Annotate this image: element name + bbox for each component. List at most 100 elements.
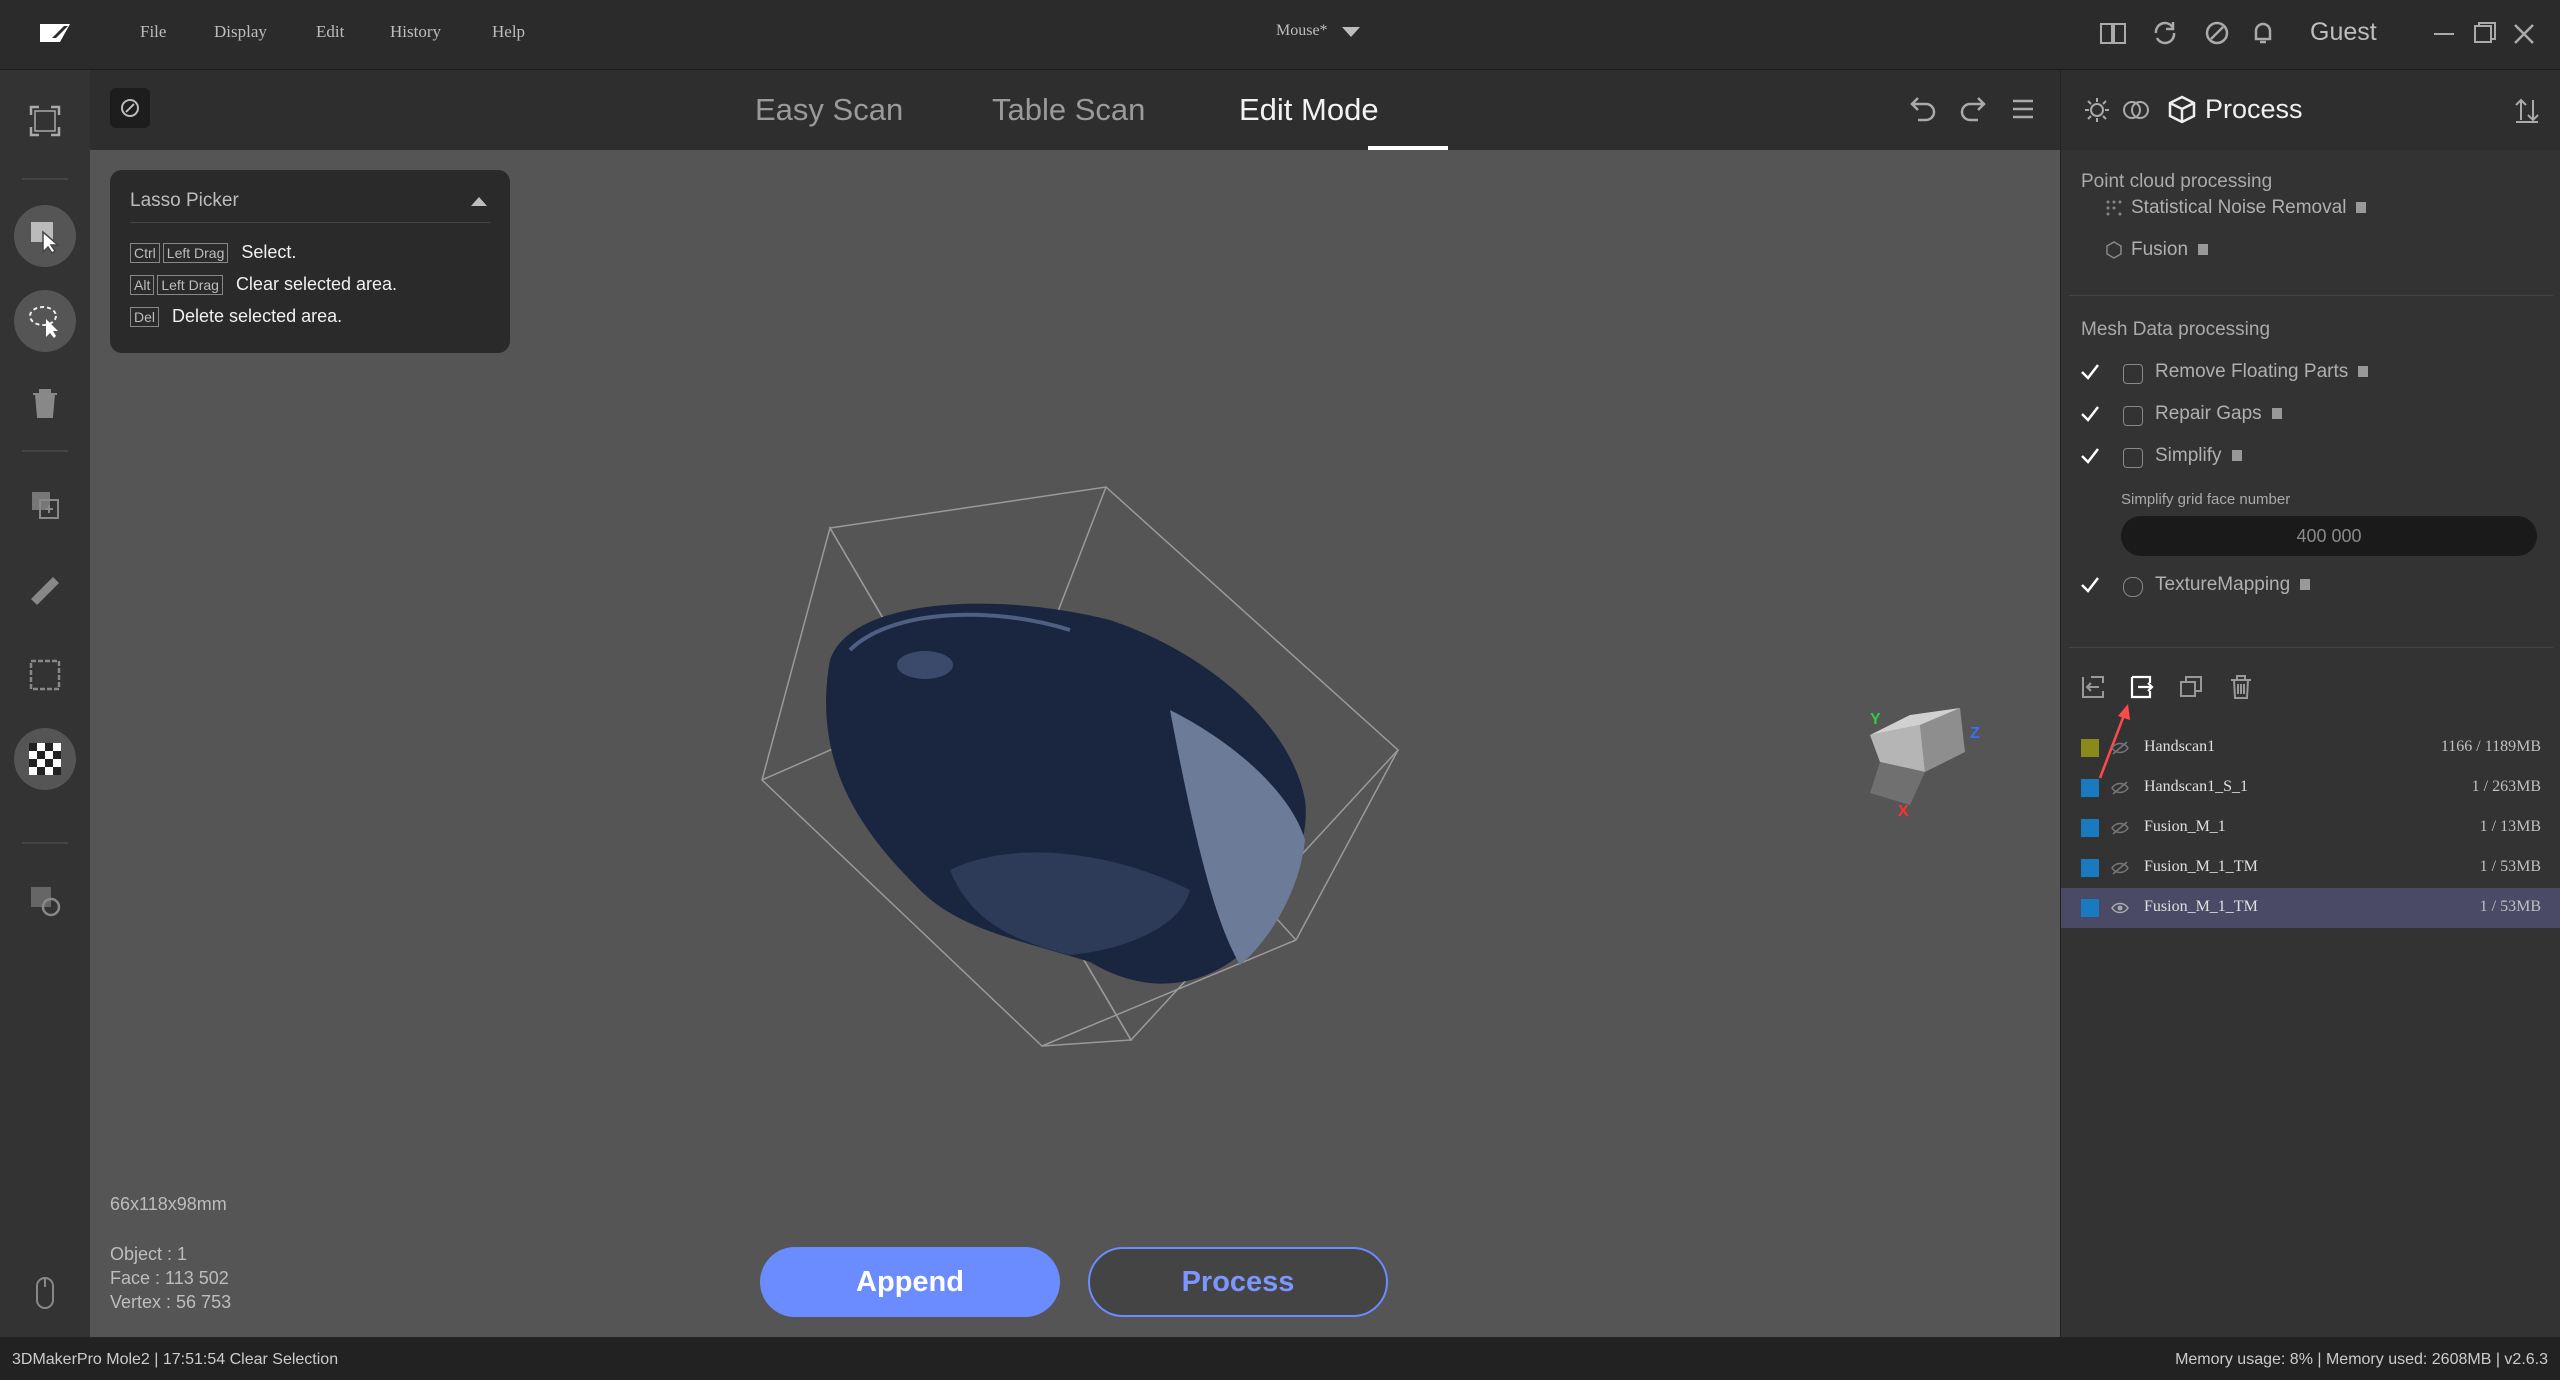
close-icon[interactable] xyxy=(2510,20,2538,48)
export-icon[interactable] xyxy=(2128,673,2156,701)
info-flag-icon[interactable] xyxy=(2300,579,2311,591)
info-flag-icon[interactable] xyxy=(2231,450,2242,462)
menu-history[interactable]: History xyxy=(390,22,441,42)
sort-icon[interactable] xyxy=(2513,96,2541,124)
option-statistical-noise-removal[interactable]: Statistical Noise Removal xyxy=(2131,197,2367,219)
status-message: 3DMakerPro Mole2 | 17:51:54 Clear Select… xyxy=(12,1351,339,1368)
process-button[interactable]: Process xyxy=(1088,1247,1388,1317)
fit-view-button[interactable] xyxy=(14,90,76,152)
object-row[interactable]: Handscan1 1166 / 1189MB xyxy=(2061,728,2560,768)
object-color-swatch[interactable] xyxy=(2081,819,2099,837)
option-simplify[interactable]: Simplify xyxy=(2155,445,2242,467)
fusion-icon xyxy=(2105,241,2123,264)
toolbar-divider xyxy=(22,450,68,452)
menu-edit[interactable]: Edit xyxy=(316,22,344,42)
append-button[interactable]: Append xyxy=(760,1247,1060,1317)
option-fusion[interactable]: Fusion xyxy=(2131,239,2209,261)
select-tool-button[interactable] xyxy=(14,205,76,267)
user-label[interactable]: Guest xyxy=(2310,18,2377,47)
object-row[interactable]: Fusion_M_1 1 / 13MB xyxy=(2061,808,2560,848)
duplicate-icon[interactable] xyxy=(2177,673,2205,701)
checkerboard-icon xyxy=(29,743,61,775)
object-row[interactable]: Handscan1_S_1 1 / 263MB xyxy=(2061,768,2560,808)
chevron-down-icon[interactable] xyxy=(1342,27,1360,37)
menu-help[interactable]: Help xyxy=(492,22,525,42)
memory-status: Memory usage: 8% | Memory used: 2608MB |… xyxy=(2175,1351,2548,1368)
undo-icon[interactable] xyxy=(1908,94,1938,124)
info-flag-icon[interactable] xyxy=(2271,408,2282,420)
crop-tool-button[interactable] xyxy=(14,644,76,706)
shortcut-description: Clear selected area. xyxy=(235,274,398,294)
option-label: Simplify xyxy=(2155,445,2222,466)
object-color-swatch[interactable] xyxy=(2081,739,2099,757)
panel-header: Process xyxy=(2061,70,2560,150)
lasso-tool-button[interactable] xyxy=(14,290,76,352)
object-size: 1 / 53MB xyxy=(2479,898,2541,915)
object-color-swatch[interactable] xyxy=(2081,859,2099,877)
refresh-icon[interactable] xyxy=(2150,18,2180,48)
option-remove-floating-parts[interactable]: Remove Floating Parts xyxy=(2155,361,2369,383)
lasso-icon xyxy=(29,306,58,338)
sun-icon[interactable] xyxy=(2083,96,2111,124)
menu-file[interactable]: File xyxy=(140,22,166,42)
object-name: Fusion_M_1 xyxy=(2144,818,2226,835)
import-icon[interactable] xyxy=(2079,673,2107,701)
object-size: 1 / 53MB xyxy=(2479,858,2541,875)
eye-hidden-icon[interactable] xyxy=(2111,860,2129,876)
option-label: Statistical Noise Removal xyxy=(2131,197,2347,218)
cube-icon[interactable] xyxy=(2167,94,2197,124)
eye-hidden-icon[interactable] xyxy=(2111,740,2129,756)
link-button[interactable] xyxy=(110,88,150,128)
object-name: Fusion_M_1_TM xyxy=(2144,898,2258,915)
book-icon[interactable] xyxy=(2098,18,2128,48)
checkbox-remove-floating-parts[interactable] xyxy=(2079,361,2101,383)
info-flag-icon[interactable] xyxy=(2198,244,2209,256)
divider xyxy=(130,222,490,223)
trash-icon[interactable] xyxy=(2227,673,2255,701)
point-cloud-section-title: Point cloud processing xyxy=(2081,171,2273,192)
menu-list-icon[interactable] xyxy=(2008,94,2038,124)
dots-icon xyxy=(2105,199,2123,222)
process-panel: Process Point cloud processing Statistic… xyxy=(2060,70,2560,1337)
vertex-count: Vertex : 56 753 xyxy=(110,1292,232,1312)
eye-icon[interactable] xyxy=(2111,900,2129,916)
bell-icon[interactable] xyxy=(2248,18,2278,48)
measure-tool-button[interactable] xyxy=(14,558,76,620)
texture-camera-button[interactable] xyxy=(14,870,76,932)
object-row[interactable]: Fusion_M_1_TM 1 / 53MB xyxy=(2061,888,2560,928)
mode-bar: Easy Scan Table Scan Edit Mode xyxy=(90,70,2060,150)
checkbox-repair-gaps[interactable] xyxy=(2079,403,2101,425)
option-repair-gaps[interactable]: Repair Gaps xyxy=(2155,403,2282,425)
maximize-icon[interactable] xyxy=(2470,20,2498,48)
option-label: Fusion xyxy=(2131,239,2189,260)
collapse-caret-icon[interactable] xyxy=(471,197,487,206)
tab-table-scan[interactable]: Table Scan xyxy=(992,92,1145,128)
redo-icon[interactable] xyxy=(1958,94,1988,124)
merge-tool-button[interactable] xyxy=(14,474,76,536)
checkbox-texture-mapping[interactable] xyxy=(2079,574,2101,596)
info-flag-icon[interactable] xyxy=(2358,366,2369,378)
link-icon xyxy=(121,99,139,117)
key-left-drag: Left Drag xyxy=(157,275,223,295)
layers-icon[interactable] xyxy=(2121,96,2151,124)
mouse-hint-button[interactable] xyxy=(14,1262,76,1324)
texture-tool-button[interactable] xyxy=(14,728,76,790)
info-flag-icon[interactable] xyxy=(2356,202,2367,214)
tab-easy-scan[interactable]: Easy Scan xyxy=(755,92,903,128)
option-texture-mapping[interactable]: TextureMapping xyxy=(2155,574,2311,596)
simplify-face-number-input[interactable]: 400 000 xyxy=(2121,516,2537,556)
menu-display[interactable]: Display xyxy=(214,22,267,42)
option-label: Remove Floating Parts xyxy=(2155,361,2349,382)
tab-edit-mode[interactable]: Edit Mode xyxy=(1239,92,1379,128)
cube-outline-icon[interactable] xyxy=(2202,18,2232,48)
object-color-swatch[interactable] xyxy=(2081,779,2099,797)
eye-hidden-icon[interactable] xyxy=(2111,820,2129,836)
checkbox-simplify[interactable] xyxy=(2079,445,2101,467)
delete-tool-button[interactable] xyxy=(14,372,76,434)
object-row[interactable]: Fusion_M_1_TM 1 / 53MB xyxy=(2061,848,2560,888)
object-color-swatch[interactable] xyxy=(2081,899,2099,917)
minimize-icon[interactable] xyxy=(2430,20,2458,48)
document-title[interactable]: Mouse* xyxy=(1276,22,1328,40)
eye-hidden-icon[interactable] xyxy=(2111,780,2129,796)
axis-gizmo[interactable]: Y Z X xyxy=(1870,708,1980,820)
